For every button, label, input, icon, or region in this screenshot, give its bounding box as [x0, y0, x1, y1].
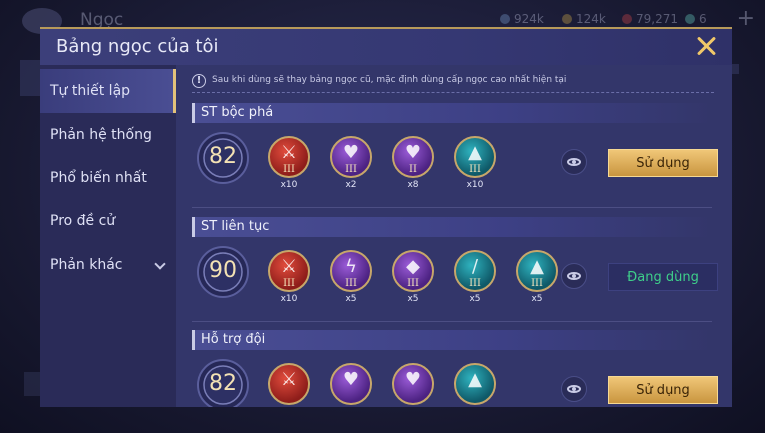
rune-set-title: ST liên tục [192, 217, 712, 237]
gem-count: x5 [469, 294, 481, 304]
rune-level-badge: 82 [196, 358, 250, 407]
gem-tier: III [407, 278, 419, 289]
in-use-status: Đang dùng [608, 263, 718, 291]
rune-set-list[interactable]: ! Sau khi dùng sẽ thay bảng ngọc cũ, mặc… [176, 65, 732, 407]
rune-level-badge: 82 [196, 131, 250, 185]
ticket-icon [685, 14, 695, 24]
rune-gem[interactable]: ▲ III x5 [516, 250, 558, 304]
sidebar-item-other[interactable]: Phản khác [40, 243, 176, 287]
gem-symbol: ⚔ [280, 256, 298, 277]
gem-tier: III [345, 164, 357, 175]
gem-symbol: ♥ [342, 369, 360, 390]
sidebar-item-custom[interactable]: Tự thiết lập [40, 69, 176, 113]
sidebar-item-label: Phản khác [50, 257, 123, 273]
sidebar: Tự thiết lập Phản hệ thống Phổ biến nhất… [40, 65, 176, 407]
gem-tier: III [283, 164, 295, 175]
rune-gem[interactable]: / III x5 [454, 250, 496, 304]
add-resource-button[interactable]: + [737, 6, 755, 31]
gem-count: x8 [407, 180, 419, 190]
notice-bar: ! Sau khi dùng sẽ thay bảng ngọc cũ, mặc… [192, 71, 714, 93]
resource-gems-red: 79,271 [622, 12, 678, 26]
gem-tier: III [469, 164, 481, 175]
sidebar-item-label: Pro đề cử [50, 213, 116, 229]
gem-symbol: ▲ [468, 142, 482, 163]
resource-coins-gold: 124k [562, 12, 606, 26]
rune-gem[interactable]: ▲ [454, 363, 496, 405]
gem-count: x5 [407, 294, 419, 304]
gem-tier: III [531, 278, 543, 289]
gem-count: x5 [531, 294, 543, 304]
sidebar-item-label: Phổ biến nhất [50, 170, 147, 186]
gem-symbol: ⚔ [280, 369, 298, 390]
eye-icon [567, 158, 581, 166]
sidebar-item-system[interactable]: Phản hệ thống [40, 113, 176, 157]
divider [192, 321, 712, 322]
dialog-header: Bảng ngọc của tôi [40, 29, 732, 65]
dialog-title: Bảng ngọc của tôi [56, 36, 219, 57]
resource-value: 6 [699, 12, 707, 26]
notice-text: Sau khi dùng sẽ thay bảng ngọc cũ, mặc đ… [212, 75, 567, 85]
sidebar-item-label: Tự thiết lập [50, 83, 131, 99]
eye-icon [567, 272, 581, 280]
resource-value: 79,271 [636, 12, 678, 26]
gem-symbol: ♥ [404, 142, 422, 163]
info-icon: ! [192, 74, 206, 88]
rune-level-value: 82 [209, 144, 237, 169]
eye-icon [567, 385, 581, 393]
sidebar-item-label: Phản hệ thống [50, 127, 152, 143]
resource-tickets: 6 [685, 12, 707, 26]
preview-button[interactable] [561, 376, 587, 402]
resource-value: 924k [514, 12, 544, 26]
gem-tier: III [283, 278, 295, 289]
coin-blue-icon [500, 14, 510, 24]
sidebar-item-pro[interactable]: Pro đề cử [40, 199, 176, 243]
gem-symbol: ▲ [468, 369, 482, 390]
gem-symbol: ◆ [406, 256, 420, 277]
rune-gem[interactable]: ⚔ III x10 [268, 136, 310, 190]
coin-gold-icon [562, 14, 572, 24]
gem-tier: III [469, 278, 481, 289]
rune-gem[interactable]: ♥ [392, 363, 434, 405]
rune-pages-dialog: Bảng ngọc của tôi Tự thiết lập Phản hệ t… [40, 27, 732, 407]
preview-button[interactable] [561, 149, 587, 175]
rune-gem[interactable]: ♥ [330, 363, 372, 405]
resource-coins-blue: 924k [500, 12, 544, 26]
use-button[interactable]: Sử dụng [608, 149, 718, 177]
gem-symbol: ϟ [345, 256, 357, 277]
chevron-down-icon [154, 258, 166, 270]
rune-gem[interactable]: ♥ III x2 [330, 136, 372, 190]
gem-count: x5 [345, 294, 357, 304]
preview-button[interactable] [561, 263, 587, 289]
rune-gem[interactable]: ⚔ [268, 363, 310, 405]
gem-count: x10 [466, 180, 484, 190]
rune-level-value: 82 [209, 371, 237, 396]
gem-count: x10 [280, 294, 298, 304]
rune-set-title: ST bộc phá [192, 103, 712, 123]
gem-count: x2 [345, 180, 357, 190]
rune-gem[interactable]: ϟ III x5 [330, 250, 372, 304]
rune-level-value: 90 [209, 258, 237, 283]
rune-set-title: Hỗ trợ đội [192, 330, 712, 350]
gem-symbol: ▲ [530, 256, 544, 277]
divider [192, 207, 712, 208]
rune-level-badge: 90 [196, 245, 250, 299]
gem-tier: II [409, 164, 417, 175]
gem-tier: III [345, 278, 357, 289]
resource-value: 124k [576, 12, 606, 26]
rune-gem[interactable]: ⚔ III x10 [268, 250, 310, 304]
gem-count: x10 [280, 180, 298, 190]
gem-symbol: ♥ [404, 369, 422, 390]
rune-gem[interactable]: ▲ III x10 [454, 136, 496, 190]
rune-gem[interactable]: ◆ III x5 [392, 250, 434, 304]
gem-red-icon [622, 14, 632, 24]
close-icon[interactable] [694, 34, 718, 58]
game-screen: Ngọc 924k 124k 79,271 6 + Bảng ngọc của … [0, 0, 765, 433]
rune-gem[interactable]: ♥ II x8 [392, 136, 434, 190]
sidebar-item-popular[interactable]: Phổ biến nhất [40, 156, 176, 200]
use-button[interactable]: Sử dụng [608, 376, 718, 404]
gem-symbol: / [471, 256, 479, 277]
gem-symbol: ⚔ [280, 142, 298, 163]
gem-symbol: ♥ [342, 142, 360, 163]
